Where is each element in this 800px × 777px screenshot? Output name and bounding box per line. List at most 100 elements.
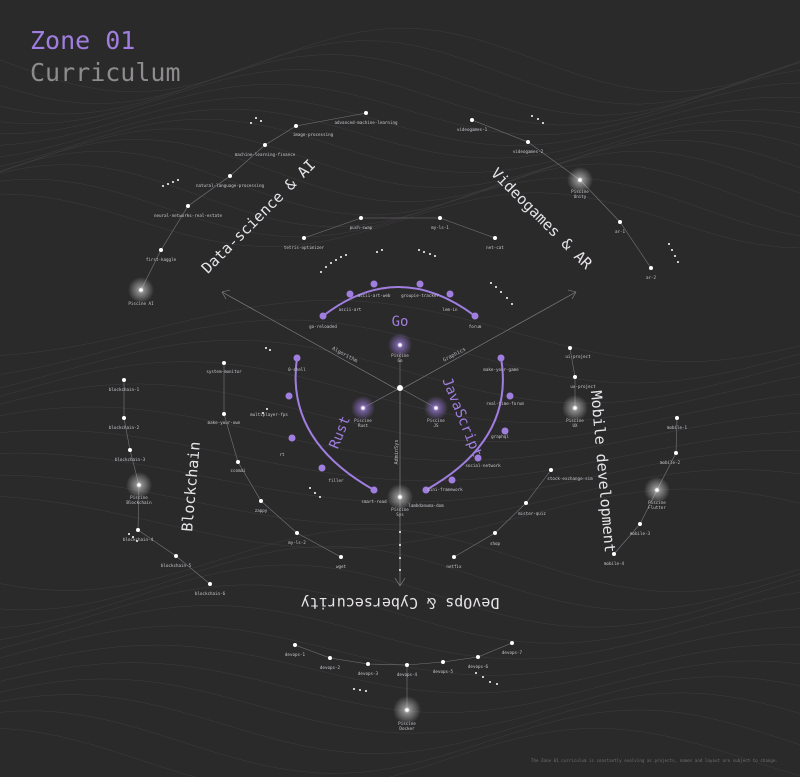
small-dot (531, 115, 533, 117)
label-natural-language-processing: natural-language-processing (196, 183, 265, 188)
branch-label-adminsys: AdminSys (394, 440, 400, 465)
contour-line (0, 150, 800, 216)
label-piscine-ux: Piscine UX (566, 418, 584, 428)
label-graphql: graphql (491, 434, 509, 439)
node-mobile-2 (674, 451, 678, 455)
label-neural-networks-real-estate: neural-networks-real-estate (154, 213, 223, 218)
node-stock-exchange-sim (549, 468, 553, 472)
node-0-shell (293, 354, 301, 362)
label-blockchain-6: blockchain-6 (195, 591, 226, 596)
small-dot (177, 179, 179, 181)
label-ascii-art-web: ascii-art-web (358, 293, 391, 298)
label-blockchain-4: blockchain-4 (123, 537, 154, 542)
small-dot (399, 544, 401, 546)
label-devops-1: devops-1 (285, 652, 306, 657)
label-mobile-2: mobile-2 (660, 460, 681, 465)
label-videogames-1: videogames-1 (457, 127, 488, 132)
small-dot (325, 266, 327, 268)
small-dot (674, 255, 676, 257)
label-blockchain-5: blockchain-5 (161, 563, 192, 568)
small-dot (423, 251, 425, 253)
node-mobile-3 (638, 522, 642, 526)
label-image-processing: image-processing (293, 132, 334, 137)
small-dot (418, 249, 420, 251)
label-part: Rust (358, 423, 369, 428)
node-devops-6 (476, 655, 480, 659)
arrow-algorithm (221, 291, 399, 391)
small-dot (260, 120, 262, 122)
small-dot (269, 349, 271, 351)
label-part: JS (433, 423, 439, 428)
label-net-cat: net-cat (486, 245, 504, 250)
small-dot (482, 676, 484, 678)
contour-line (0, 644, 800, 694)
contour-line (0, 27, 800, 93)
small-dot (500, 291, 502, 293)
node-mini-framework (448, 476, 456, 484)
contour-line (0, 192, 800, 249)
label-social-network: social-network (465, 463, 501, 468)
arrow-head (394, 577, 401, 587)
node-piscine-sys (398, 495, 402, 499)
node-devops-5 (441, 660, 445, 664)
label-mobile-4: mobile-4 (604, 561, 625, 566)
label-videogames-2: videogames-2 (513, 149, 544, 154)
small-dot (376, 251, 378, 253)
label-stock-exchange-sim: stock-exchange-sim (547, 476, 593, 481)
small-dot (172, 181, 174, 183)
label-piscine-ai: Piscine AI (128, 301, 154, 306)
label-my-ls-1: my-ls-1 (431, 225, 449, 230)
devops-arc (294, 642, 513, 666)
label-blockchain-3: blockchain-3 (115, 457, 146, 462)
zone-label-mobile: Mobile development (587, 390, 619, 554)
contour-line (0, 163, 800, 227)
small-dot (128, 533, 130, 535)
node-netfix (452, 555, 456, 559)
small-dot (309, 487, 311, 489)
node-piscine-blockchain (137, 483, 141, 487)
label-shop: shop (490, 541, 501, 546)
node-ascii-art (346, 290, 354, 298)
label-system-monitor: system-monitor (206, 369, 242, 374)
node-lem-in (446, 290, 454, 298)
node-ui-project (568, 346, 572, 350)
label-push-swap: push-swap (350, 225, 373, 230)
label-rt: rt (279, 452, 285, 457)
small-dot (490, 282, 492, 284)
node-ar-2 (649, 266, 653, 270)
node-image-processing (294, 124, 298, 128)
contour-line (0, 96, 800, 146)
node-piscine-js (434, 406, 438, 410)
small-dot (511, 303, 513, 305)
label-blockchain-2: blockchain-2 (109, 425, 140, 430)
label-ux-project: ux-project (570, 384, 596, 389)
node-blockchain-5 (174, 554, 178, 558)
hub-node (397, 385, 403, 391)
node-smart-road (370, 486, 378, 494)
label-lambdanuma-dom: lambdanuma-dom (408, 503, 444, 508)
node-make-your-own (222, 412, 226, 416)
label-ccomai: ccomai (230, 468, 246, 473)
small-dot (255, 117, 257, 119)
label-wget: wget (336, 564, 347, 569)
node-real-time-forum (506, 392, 514, 400)
node-tetris-optimizer (302, 236, 306, 240)
node-devops-2 (328, 656, 332, 660)
label-forum: forum (469, 324, 482, 329)
node-mister-quiz (524, 501, 528, 505)
node-zappy (259, 499, 263, 503)
small-dot (496, 683, 498, 685)
label-part: Unity (574, 194, 587, 199)
small-dot (542, 122, 544, 124)
core-label-rust: Rust (327, 414, 354, 451)
node-videogames-2 (526, 140, 530, 144)
core-label-javascript: JavaScript (439, 375, 485, 459)
contour-line (0, 109, 800, 159)
small-dot (319, 496, 321, 498)
label-piscine-rust: Piscine Rust (354, 418, 372, 428)
label-devops-2: devops-2 (320, 665, 341, 670)
small-dot (250, 122, 252, 124)
label-smart-road: smart-road (361, 499, 387, 504)
inner-top-arc (303, 217, 496, 239)
arrow-head (567, 289, 577, 293)
